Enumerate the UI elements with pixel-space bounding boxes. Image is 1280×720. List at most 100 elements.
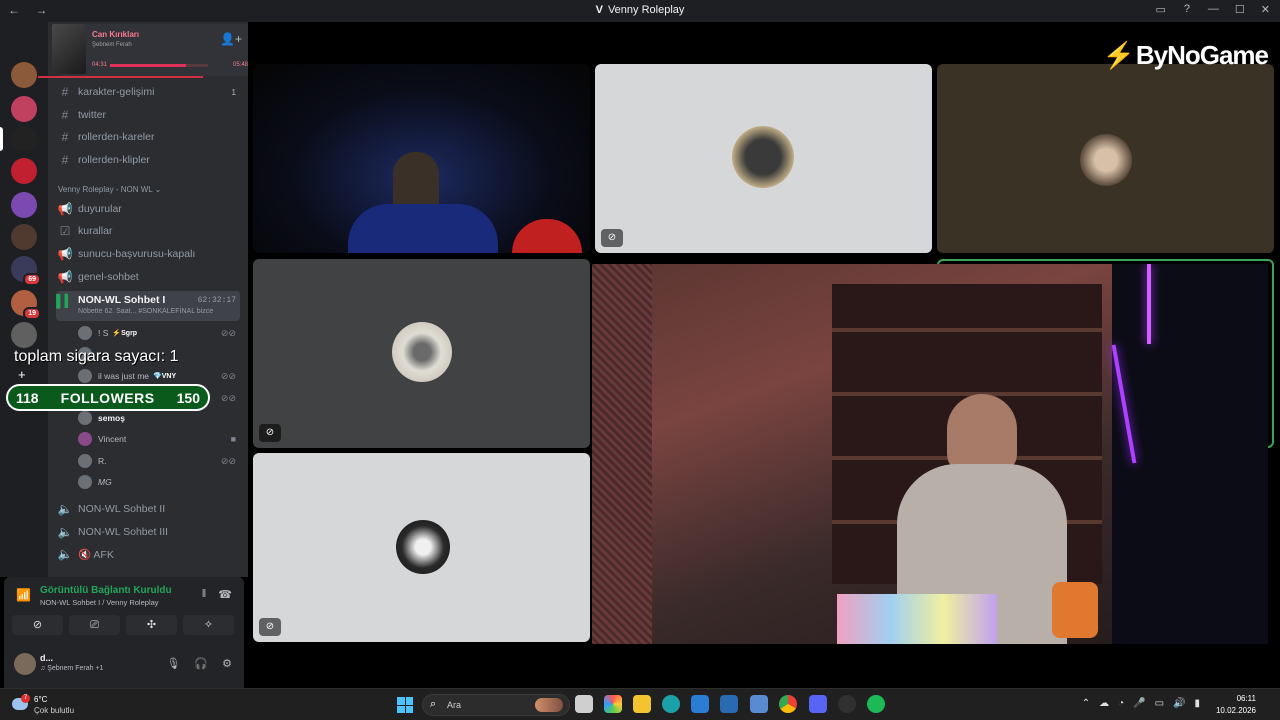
voice-user[interactable]: R. ⊘⊘	[78, 452, 238, 470]
video-tile-avatar[interactable]: ⊘	[253, 259, 590, 448]
server-icon[interactable]: 69	[11, 256, 41, 286]
voice-channel-sohbet-3[interactable]: 🔈 NON-WL Sohbet III	[56, 522, 240, 542]
taskbar-clock[interactable]: 06:11 10.02.2026	[1216, 693, 1256, 717]
voice-channel-active[interactable]: ▌▍ NON-WL Sohbet I 62:32:17 Nöbette 62. …	[56, 291, 240, 321]
voice-user[interactable]: Vincent ■	[78, 430, 238, 448]
voice-user[interactable]: il was just me 💎VNY ⊘⊘	[78, 367, 238, 385]
mic-tray-icon[interactable]: 🎤	[1133, 698, 1145, 709]
chrome-icon[interactable]	[779, 695, 797, 713]
activities-button[interactable]: ✣	[126, 615, 177, 635]
inbox-icon[interactable]: ▭	[1155, 3, 1165, 16]
channel-sunucu-basvurusu[interactable]: 📢 sunucu-başvurusu-kapalı	[56, 244, 240, 264]
microphone-icon[interactable]: 🎙	[166, 657, 180, 670]
soundboard-button[interactable]: ✧	[183, 615, 234, 635]
video-tile-avatar[interactable]: ⊘	[253, 453, 590, 642]
speaker-icon: 🔈	[57, 547, 73, 561]
server-icon[interactable]	[11, 192, 37, 218]
camera-off-button[interactable]: ⊘	[12, 615, 63, 635]
channel-rollerden-kareler[interactable]: # rollerden-kareler	[56, 127, 240, 147]
cloud-sync-icon[interactable]: ☁	[1099, 698, 1109, 709]
battery-icon[interactable]: ▮	[1194, 698, 1200, 709]
avatar	[78, 475, 92, 489]
start-button[interactable]	[397, 697, 413, 713]
video-tile-avatar[interactable]	[937, 64, 1274, 253]
obs-icon[interactable]	[838, 695, 856, 713]
mute-deafen-icon: ⊘⊘	[220, 455, 236, 466]
window-titlebar: ← → V Venny Roleplay ▭ ? — ☐ ✕	[0, 0, 1280, 22]
video-tile-camera[interactable]	[253, 64, 590, 253]
outlook-icon[interactable]	[720, 695, 738, 713]
task-view-icon[interactable]	[575, 695, 593, 713]
minimize-button[interactable]: —	[1208, 3, 1219, 16]
server-icon[interactable]	[11, 62, 37, 88]
server-icon[interactable]	[11, 126, 37, 152]
screen-share-button[interactable]: ⎚	[69, 615, 120, 635]
hashtag-icon: #	[61, 108, 69, 122]
channel-twitter[interactable]: # twitter	[56, 105, 240, 125]
add-member-icon[interactable]: 👤+	[220, 32, 242, 46]
camera-off-icon: ⊘	[601, 229, 623, 247]
avatar	[78, 432, 92, 446]
avatar[interactable]	[14, 653, 36, 675]
server-icon[interactable]	[11, 224, 37, 250]
channel-kurallar[interactable]: ☑ kurallar	[56, 221, 240, 241]
song-title: Can Kırıkları	[92, 30, 140, 39]
edge-icon[interactable]	[662, 695, 680, 713]
wifi-icon[interactable]: ◔	[1118, 698, 1124, 709]
discord-icon[interactable]	[809, 695, 827, 713]
song-progress-bar[interactable]	[110, 64, 208, 67]
avatar	[396, 520, 450, 574]
connection-channel[interactable]: NON-WL Sohbet I / Venny Roleplay	[40, 598, 159, 607]
channel-rollerden-klipler[interactable]: # rollerden-klipler	[56, 150, 240, 170]
settings-gear-icon[interactable]: ⚙	[222, 657, 232, 670]
mute-deafen-icon: ⊘⊘	[220, 392, 236, 403]
hashtag-icon: #	[61, 85, 69, 99]
user-status: ♫ Şebnem Ferah +1	[40, 665, 104, 672]
voice-channel-sohbet-2[interactable]: 🔈 NON-WL Sohbet II	[56, 499, 240, 519]
close-button[interactable]: ✕	[1261, 3, 1270, 16]
followers-goal: 150	[176, 389, 200, 406]
server-icon[interactable]	[11, 158, 37, 184]
chair-decor	[512, 219, 582, 253]
video-stage: ⊘ ⊘ ⊘ ⚡ByNoGame	[248, 22, 1280, 688]
copilot-icon[interactable]	[604, 695, 622, 713]
server-icon[interactable]	[11, 322, 37, 348]
voice-user[interactable]: semoş	[78, 409, 238, 427]
chevron-up-icon[interactable]: ⌃	[1082, 698, 1090, 709]
add-server-icon[interactable]: +	[18, 367, 26, 382]
headphones-icon[interactable]: 🎧	[194, 657, 208, 670]
channel-genel-sohbet[interactable]: 📢 genel-sohbet	[56, 267, 240, 287]
server-icon[interactable]	[11, 96, 37, 122]
server-list: 69 19 +	[0, 22, 48, 577]
settings-app-icon[interactable]	[750, 695, 768, 713]
voice-user[interactable]: ! S ⚡Sgrp ⊘⊘	[78, 324, 238, 342]
category-header[interactable]: Venny Roleplay - NON WL ⌄	[58, 185, 161, 194]
search-highlight-image	[535, 698, 563, 712]
rules-check-icon: ☑	[59, 224, 71, 238]
network-icon[interactable]: ▭	[1155, 698, 1164, 709]
channel-karakter-gelisimi[interactable]: # karakter-gelişimi 1	[56, 82, 240, 102]
username[interactable]: d...	[40, 653, 53, 663]
voice-channel-afk[interactable]: 🔈 🔇 AFK	[56, 544, 240, 564]
volume-icon[interactable]: 🔊	[1173, 698, 1185, 709]
help-icon[interactable]: ?	[1184, 3, 1190, 16]
disconnect-icon[interactable]: ☎	[218, 588, 232, 601]
maximize-button[interactable]: ☐	[1235, 3, 1245, 16]
video-tile-avatar[interactable]: ⊘	[595, 64, 932, 253]
signal-icon: 📶	[16, 588, 31, 602]
taskbar-search[interactable]: ⌕ Ara	[422, 694, 570, 716]
hashtag-icon: #	[61, 130, 69, 144]
avatar	[1080, 134, 1132, 186]
followers-goal-bar: 118 FOLLOWERS 150	[6, 384, 210, 411]
voice-user[interactable]: MG	[78, 473, 238, 491]
noise-suppression-icon[interactable]: ‖	[202, 588, 207, 601]
spotify-icon[interactable]	[867, 695, 885, 713]
song-artist: Şebnem Ferah	[92, 42, 132, 48]
server-icon[interactable]: 19	[11, 290, 41, 320]
unread-count: 1	[231, 87, 236, 97]
file-explorer-icon[interactable]	[633, 695, 651, 713]
neon-light	[1147, 264, 1151, 344]
store-icon[interactable]	[691, 695, 709, 713]
channel-duyurular[interactable]: 📢 duyurular	[56, 199, 240, 219]
participant-video	[393, 152, 439, 212]
